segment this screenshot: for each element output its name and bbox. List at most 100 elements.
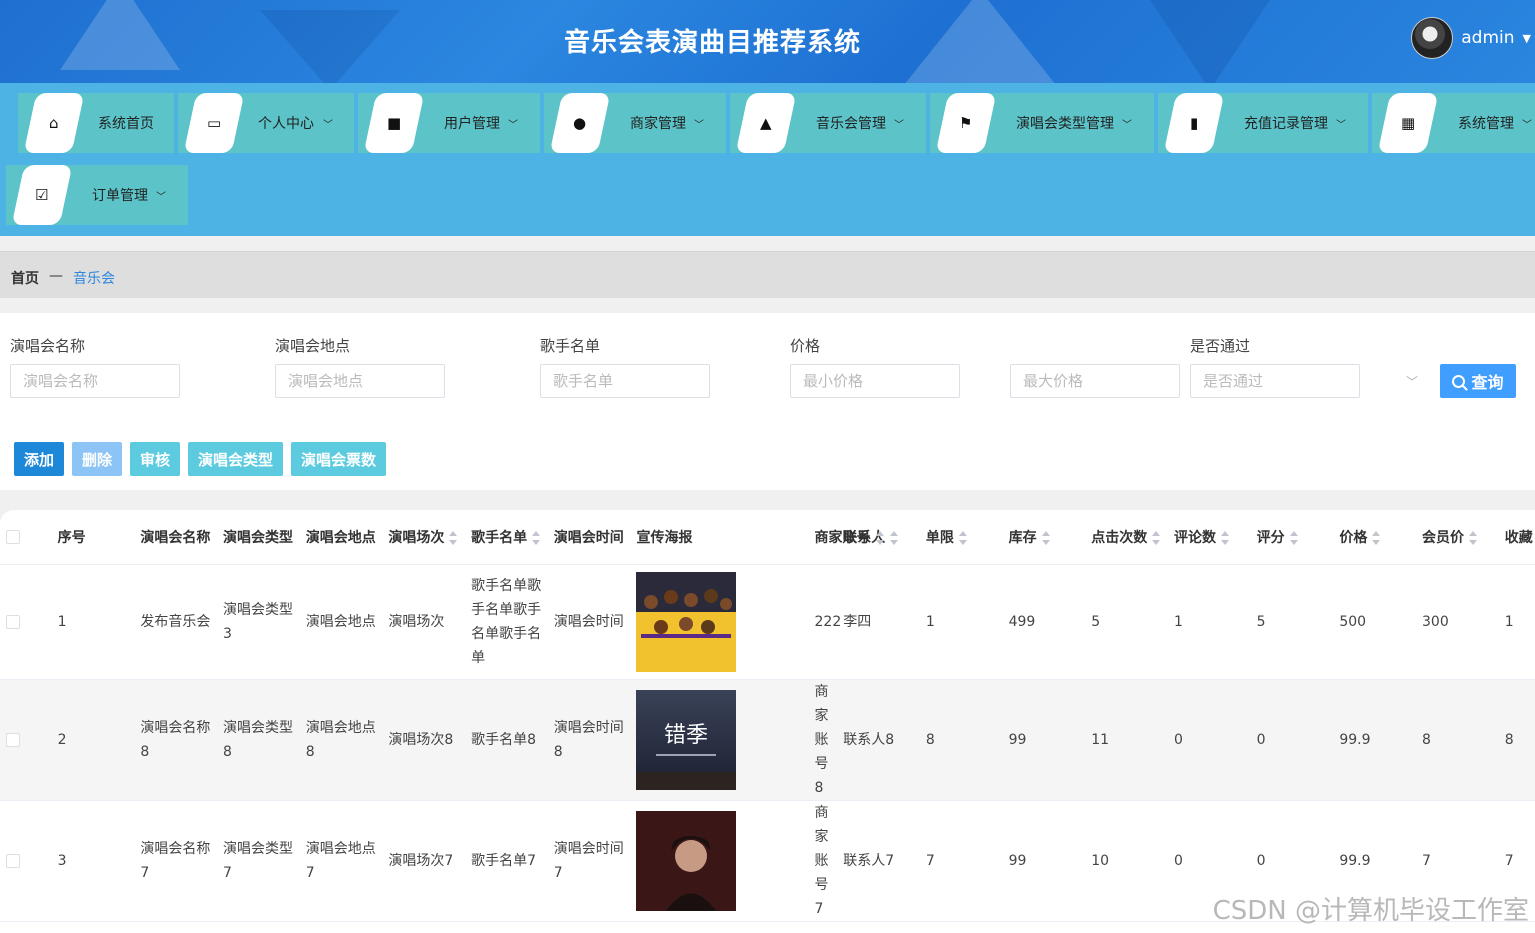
nav-label: 用户管理 [444,116,500,132]
col-header[interactable]: 价格 [1333,510,1417,565]
nav-label: 订单管理 [92,188,148,204]
nav-item-concerts[interactable]: ▲ 音乐会管理 ﹀ [730,93,926,153]
cell: 商家账号7 [754,800,838,922]
watermark: CSDN @计算机毕设工作室 [1212,896,1529,926]
sort-icon[interactable] [875,530,884,545]
user-menu[interactable]: admin ▼ [1411,16,1535,60]
nav-item-home[interactable]: ⌂ 系统首页 [18,93,174,153]
table-row[interactable]: 2 演唱会名称8 演唱会类型8 演唱会地点8 演唱场次8 歌手名单8 演唱会时间… [0,679,1535,801]
poster-image[interactable] [636,571,737,672]
cell: 1 [1167,564,1251,680]
cell: 10 [1085,800,1168,922]
col-header[interactable]: 单限 [919,510,1003,565]
nav-item-personal[interactable]: ▭ 个人中心 ﹀ [178,93,354,153]
app-header: 音乐会表演曲目推荐系统 admin ▼ [0,0,1535,83]
sort-icon[interactable] [449,530,458,545]
cell: 演唱会时间7 [547,800,631,922]
singer-input[interactable]: 歌手名单 [540,364,710,398]
cell: 演唱会地点7 [299,800,383,922]
chevron-down-icon: ▼ [1522,31,1531,45]
col-header[interactable]: 评论数 [1167,510,1251,565]
sort-icon[interactable] [958,530,967,545]
poster-image[interactable]: 错季 [636,689,737,790]
nav-item-orders[interactable]: ☑ 订单管理 ﹀ [6,165,188,225]
col-header[interactable]: 点击次数 [1085,510,1168,565]
max-price-input[interactable]: 最大价格 [1010,364,1180,398]
col-header[interactable]: 歌手名单 [465,510,548,565]
cell: 商家账号8 [754,679,838,801]
col-header[interactable]: 演唱场次 [382,510,466,565]
col-header[interactable]: 评分 [1250,510,1334,565]
concert-table: 序号 演唱会名称 演唱会类型 演唱会地点 演唱场次 歌手名单 演唱会时间 宣传海… [0,510,1535,933]
sort-icon[interactable] [1041,530,1050,545]
wallet-icon: ▭ [206,114,222,132]
breadcrumb-separator: — [49,268,63,284]
pass-label: 是否通过 [1190,337,1251,355]
row-checkbox[interactable] [6,732,20,747]
name-label: 演唱会名称 [10,337,86,355]
nav-item-system[interactable]: ▦ 系统管理 ﹀ [1372,93,1535,153]
cell: 0 [1250,679,1334,801]
place-label: 演唱会地点 [275,337,351,355]
row-checkbox[interactable] [6,853,20,868]
nav-item-recharge[interactable]: ▮ 充值记录管理 ﹀ [1158,93,1368,153]
cell: 5 [1085,564,1168,680]
ticket-count-button[interactable]: 演唱会票数 [291,442,386,476]
chevron-down-icon: ﹀ [323,119,333,131]
min-price-input[interactable]: 最小价格 [790,364,960,398]
nav-item-users[interactable]: ■ 用户管理 ﹀ [358,93,540,153]
breadcrumb-home[interactable]: 首页 [11,268,39,288]
price-label: 价格 [790,337,821,355]
concert-type-button[interactable]: 演唱会类型 [188,442,283,476]
table-row[interactable]: 1 发布音乐会 演唱会类型3 演唱会地点 演唱场次 歌手名单歌手名单歌手名单歌手… [0,564,1535,680]
cell: 1 [51,564,135,680]
clipboard-icon: ☑ [35,186,49,204]
cell: 7 [919,800,1003,922]
cell: 联系人7 [837,800,920,922]
sort-icon[interactable] [1289,530,1298,545]
poster-image[interactable] [636,810,737,911]
review-button[interactable]: 审核 [130,442,180,476]
add-button[interactable]: 添加 [14,442,64,476]
cell: 11 [1085,679,1168,801]
chevron-down-icon: ﹀ [694,119,704,131]
sort-icon[interactable] [1220,530,1229,545]
col-header[interactable]: 商家账号 [754,510,884,565]
col-header[interactable]: 库存 [1002,510,1086,565]
col-header: 演唱会名称 [134,510,218,565]
home-icon: ⌂ [49,114,59,132]
breadcrumb: 首页 — 音乐会 [11,268,115,288]
cell: 李四 [837,564,920,680]
chevron-down-icon: ﹀ [508,119,518,131]
poster-cell: 错季 [630,679,755,801]
cell: 99 [1002,679,1086,801]
delete-button[interactable]: 删除 [72,442,122,476]
place-input[interactable]: 演唱会地点 [275,364,445,398]
sort-icon[interactable] [1469,530,1478,545]
row-checkbox[interactable] [6,614,20,629]
sort-icon[interactable] [1152,530,1161,545]
pass-select[interactable]: 是否通过 [1190,364,1360,398]
nav-label: 商家管理 [630,116,686,132]
sort-icon[interactable] [532,530,541,545]
col-header: 收藏 [1498,510,1535,565]
chevron-down-icon[interactable]: ﹀ [1406,373,1418,390]
nav-item-merchants[interactable]: ● 商家管理 ﹀ [544,93,726,153]
user-name: admin [1461,28,1515,48]
sort-icon[interactable] [890,530,899,545]
name-input[interactable]: 演唱会名称 [10,364,180,398]
cell: 演唱场次 [382,564,466,680]
nav-item-concert-types[interactable]: ⚑ 演唱会类型管理 ﹀ [930,93,1154,153]
flag-icon: ⚑ [959,114,973,132]
search-button-label: 查询 [1471,373,1504,392]
search-button[interactable]: 查询 [1440,364,1516,398]
avatar[interactable] [1411,17,1454,59]
col-header: 序号 [51,510,135,565]
cell: 2 [51,679,135,801]
col-header[interactable]: 会员价 [1416,510,1499,565]
cell: 99 [1002,800,1086,922]
cell: 演唱会时间 [547,564,631,680]
select-all-checkbox[interactable] [6,529,20,544]
cell: 500 [1333,564,1417,680]
sort-icon[interactable] [1372,530,1381,545]
